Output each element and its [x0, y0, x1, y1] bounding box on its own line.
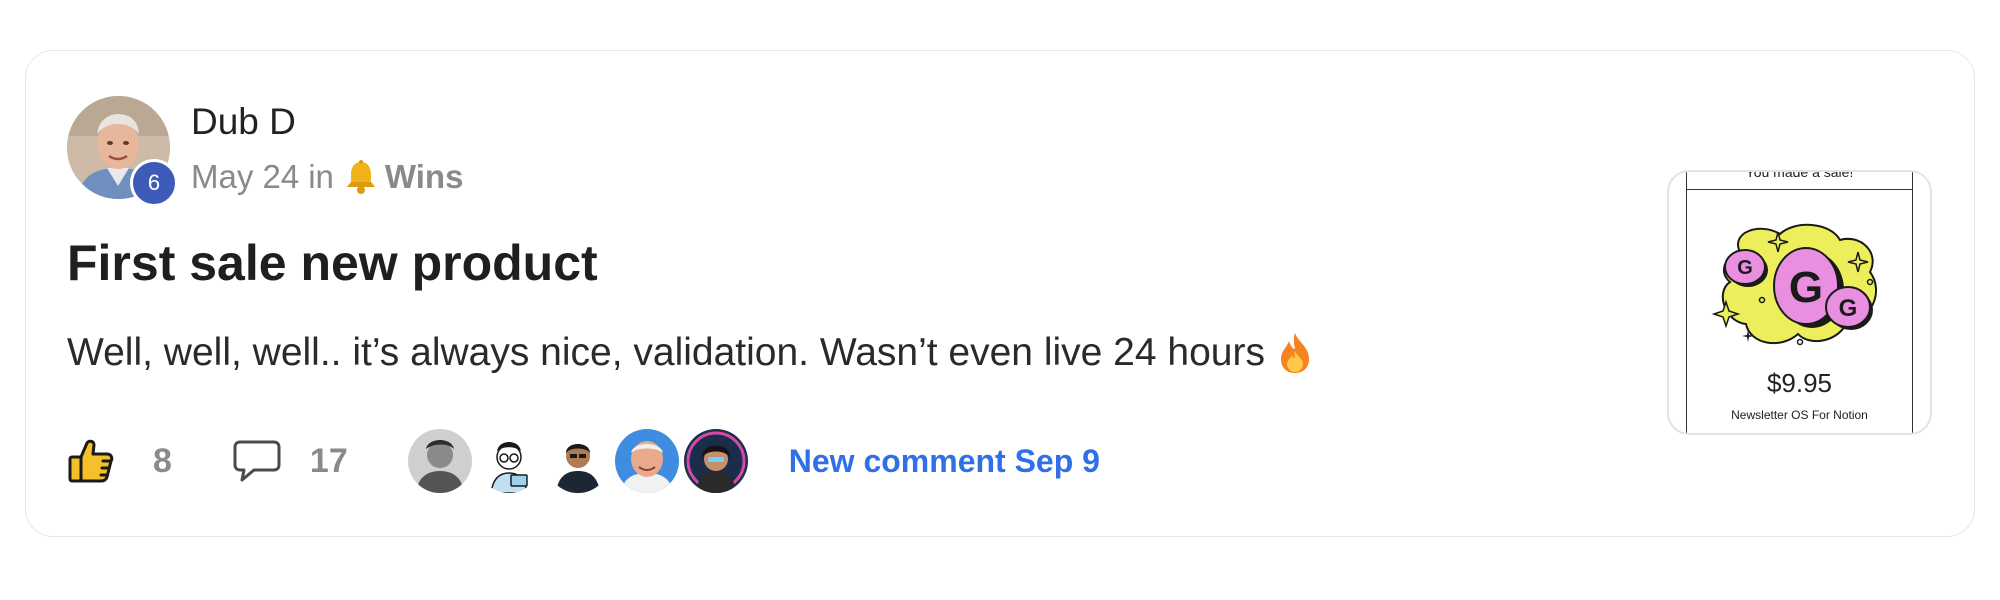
- comment-count[interactable]: 17: [310, 442, 348, 481]
- participant-avatar[interactable]: [476, 429, 541, 493]
- post-body-text: Well, well, well.. it’s always nice, val…: [67, 331, 1265, 374]
- post-meta: May 24 in Wins: [191, 157, 463, 197]
- logo-letter-3: G: [1839, 295, 1858, 322]
- post-date[interactable]: May 24: [191, 157, 299, 197]
- level-badge: 6: [130, 159, 178, 207]
- participant-avatar[interactable]: [407, 429, 472, 493]
- product-logo-icon: G G G: [1700, 212, 1900, 362]
- new-comment-link[interactable]: New comment Sep 9: [789, 443, 1100, 480]
- like-count[interactable]: 8: [153, 442, 172, 481]
- post-title[interactable]: First sale new product: [67, 233, 598, 293]
- participant-avatars[interactable]: [407, 429, 753, 493]
- in-label: in: [308, 158, 334, 195]
- fire-icon: [1277, 331, 1313, 375]
- logo-letter-2: G: [1789, 263, 1823, 312]
- author-name[interactable]: Dub D: [191, 100, 296, 144]
- logo-letter-1: G: [1737, 257, 1753, 279]
- participant-avatar[interactable]: [545, 429, 610, 493]
- participant-avatar[interactable]: [683, 429, 748, 493]
- attachment-divider: [1687, 189, 1912, 190]
- attachment-price: $9.95: [1766, 368, 1833, 398]
- attachment-header-text: You made a sale!: [1745, 170, 1854, 180]
- thumbs-up-icon[interactable]: [67, 437, 115, 485]
- post-body: Well, well, well.. it’s always nice, val…: [67, 328, 1313, 378]
- bell-icon: [345, 159, 377, 195]
- category-link[interactable]: Wins: [385, 157, 464, 197]
- attachment-product-name: Newsletter OS For Notion: [1731, 408, 1868, 422]
- attachment-thumbnail[interactable]: You made a sale! $9.95 Newsletter OS For…: [1667, 170, 1932, 435]
- participant-avatar[interactable]: [614, 429, 679, 493]
- author-avatar-wrapper[interactable]: 6: [67, 96, 178, 207]
- post-actions: 8 17 New comment Sep 9: [67, 428, 1100, 494]
- comment-icon[interactable]: [232, 438, 282, 484]
